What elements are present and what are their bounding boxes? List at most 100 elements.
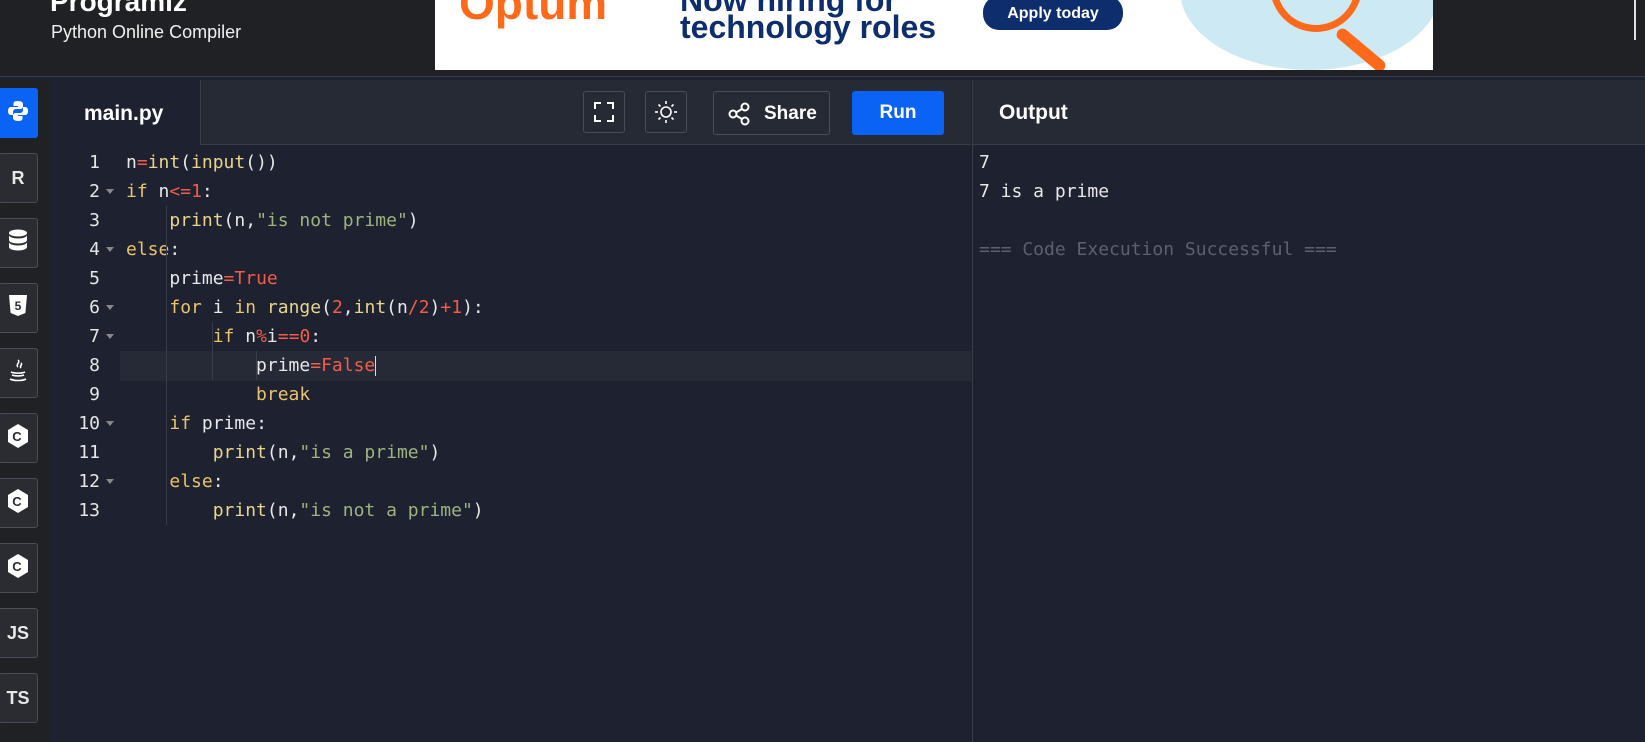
code-line[interactable]: 2 if n<=1: <box>50 177 971 207</box>
fullscreen-button[interactable] <box>583 91 625 133</box>
line-number: 2 <box>89 181 100 202</box>
fold-toggle-icon[interactable] <box>106 305 114 310</box>
code-text: if n<=1: <box>126 181 213 202</box>
code-line[interactable]: 13 print(n,"is not a prime") <box>50 496 971 526</box>
sql-icon <box>6 228 30 259</box>
line-number: 6 <box>89 297 100 318</box>
svg-text:5: 5 <box>15 299 22 313</box>
code-line[interactable]: 6 for i in range(2,int(n/2)+1): <box>50 293 971 323</box>
code-editor-panel: main.py Share Run 1 n=int(input()) 2 if n<=… <box>50 80 971 742</box>
code-line[interactable]: 1 n=int(input()) <box>50 148 971 178</box>
line-number: 11 <box>78 442 100 463</box>
svg-text:C: C <box>12 559 22 574</box>
line-number: 4 <box>89 239 100 260</box>
fold-toggle-icon[interactable] <box>106 189 114 194</box>
code-text: break <box>256 384 311 405</box>
language-c-button[interactable]: C <box>0 413 38 463</box>
language-js-button[interactable]: JS <box>0 608 38 658</box>
indent-guide <box>166 206 167 525</box>
line-number: 13 <box>78 500 100 521</box>
language-java-button[interactable] <box>0 348 38 398</box>
run-button[interactable]: Run <box>852 91 944 135</box>
language-cpp-button[interactable]: C <box>0 478 38 528</box>
indent-guide <box>212 322 213 380</box>
code-line[interactable]: 9 break <box>50 380 971 410</box>
share-label: Share <box>764 103 817 124</box>
fold-toggle-icon[interactable] <box>106 247 114 252</box>
code-line[interactable]: 8 prime=False <box>50 351 971 381</box>
line-number: 12 <box>78 471 100 492</box>
cpp-icon: C <box>5 487 31 520</box>
edge-marker <box>1634 0 1636 40</box>
code-line[interactable]: 5 prime=True <box>50 264 971 294</box>
brand-logo[interactable]: Programiz <box>50 0 187 18</box>
svg-text:C: C <box>12 494 22 509</box>
line-number: 9 <box>89 384 100 405</box>
language-sidebar: R 5 C C C JS TS <box>0 80 51 742</box>
c-icon: C <box>5 422 31 455</box>
ad-brand-logo: Optum <box>459 0 608 29</box>
code-text: n=int(input()) <box>126 152 278 173</box>
page-subtitle: Python Online Compiler <box>51 22 242 42</box>
python-icon <box>6 99 30 128</box>
execution-status-line: === Code Execution Successful === <box>979 239 1337 260</box>
r-icon: R <box>11 167 25 188</box>
code-text: for i in range(2,int(n/2)+1): <box>169 297 484 318</box>
output-header: Output <box>973 80 1645 145</box>
code-text: print(n,"is not prime") <box>169 210 419 231</box>
line-number: 3 <box>89 210 100 231</box>
code-text: prime=True <box>126 268 278 289</box>
share-icon <box>728 102 750 126</box>
code-text: else: <box>126 239 181 260</box>
output-line: 7 <box>979 152 990 173</box>
code-text: print(n,"is a prime") <box>212 442 441 463</box>
language-csharp-button[interactable]: C <box>0 543 38 593</box>
output-panel: Output 7 7 is a prime === Code Execution S… <box>972 80 1645 742</box>
file-tab-main-py[interactable]: main.py <box>50 80 201 145</box>
code-text: if prime: <box>169 413 267 434</box>
fold-toggle-icon[interactable] <box>106 479 114 484</box>
code-line[interactable]: 11 print(n,"is a prime") <box>50 438 971 468</box>
line-number: 7 <box>89 326 100 347</box>
language-sql-button[interactable] <box>0 218 38 268</box>
csharp-icon: C <box>5 552 31 585</box>
code-line[interactable]: 12 else: <box>50 467 971 497</box>
svg-text:C: C <box>12 429 22 444</box>
fold-toggle-icon[interactable] <box>106 421 114 426</box>
code-text: if n%i==0: <box>212 326 322 347</box>
language-ts-button[interactable]: TS <box>0 673 38 723</box>
language-python-button[interactable] <box>0 88 38 138</box>
line-number: 10 <box>78 413 100 434</box>
file-tab-label: main.py <box>84 102 164 125</box>
theme-toggle-button[interactable] <box>645 91 687 133</box>
ts-icon: TS <box>6 687 30 708</box>
code-line[interactable]: 3 print(n,"is not prime") <box>50 206 971 236</box>
share-button[interactable]: Share <box>713 91 830 135</box>
code-text: print(n,"is not a prime") <box>212 500 484 521</box>
code-text: prime=False <box>126 355 377 376</box>
line-number: 5 <box>89 268 100 289</box>
java-icon <box>6 358 30 389</box>
language-r-button[interactable]: R <box>0 153 38 203</box>
fold-toggle-icon[interactable] <box>106 334 114 339</box>
editor-toolbar: main.py Share Run <box>50 80 971 145</box>
advertisement-banner[interactable]: Optum Now hiring for technology roles Ap… <box>435 0 1433 70</box>
js-icon: JS <box>6 622 30 643</box>
line-number: 1 <box>89 152 100 173</box>
language-html5-button[interactable]: 5 <box>0 283 38 333</box>
indent-guide <box>256 351 257 380</box>
sun-icon <box>655 101 677 123</box>
ad-apply-button[interactable]: Apply today <box>983 0 1123 30</box>
output-title: Output <box>999 101 1068 124</box>
html5-icon: 5 <box>6 293 30 324</box>
code-text: else: <box>169 471 224 492</box>
top-bar: Programiz Python Online Compiler Optum N… <box>0 0 1645 77</box>
code-line[interactable]: 10 if prime: <box>50 409 971 439</box>
fullscreen-icon <box>594 102 614 122</box>
code-line[interactable]: 4 else: <box>50 235 971 265</box>
code-line[interactable]: 7 if n%i==0: <box>50 322 971 352</box>
ad-headline-2: technology roles <box>680 9 937 45</box>
output-line: 7 is a prime <box>979 181 1110 202</box>
text-cursor <box>375 356 377 376</box>
line-number: 8 <box>89 355 100 376</box>
